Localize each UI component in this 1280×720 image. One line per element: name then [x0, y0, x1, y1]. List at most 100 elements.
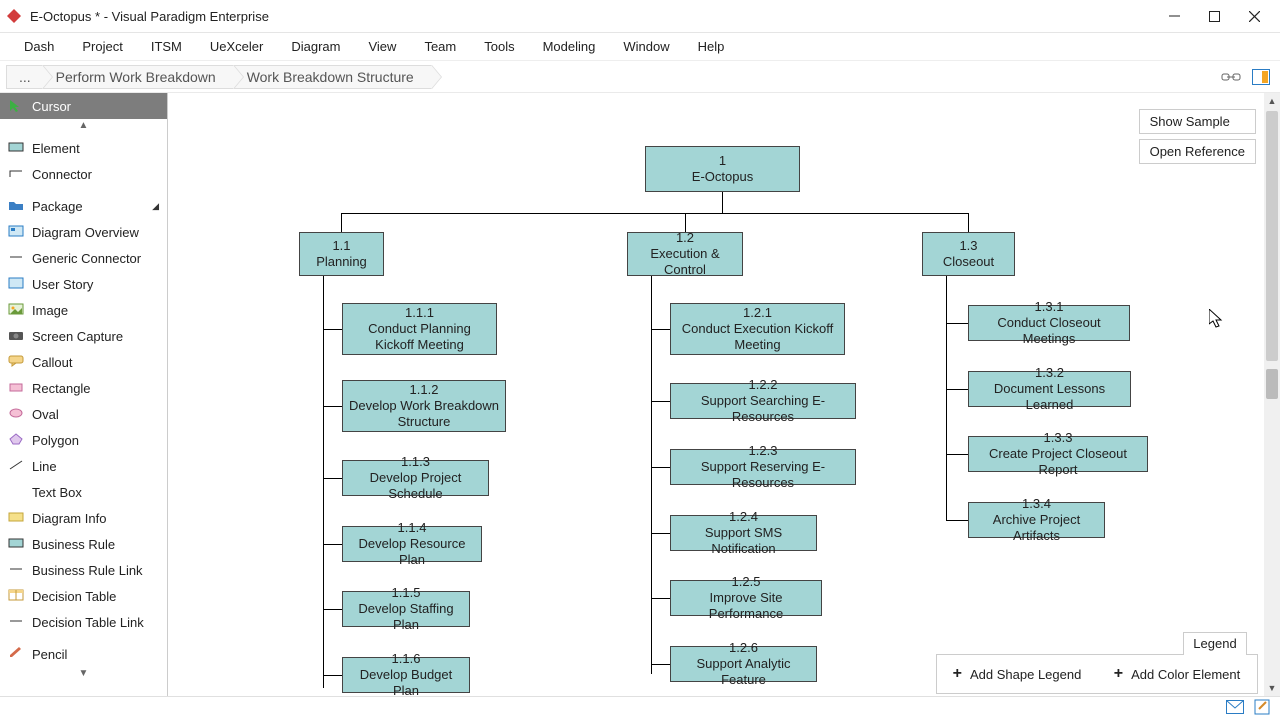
oval-icon: [8, 407, 24, 421]
palette-rectangle[interactable]: Rectangle: [0, 375, 167, 401]
palette-package[interactable]: Package◢: [0, 193, 167, 219]
table-icon: [8, 589, 24, 603]
scroll-up-icon[interactable]: ▲: [1264, 93, 1280, 109]
add-color-element-button[interactable]: +Add Color Element: [1097, 665, 1257, 683]
wbs-node-c12[interactable]: 1.1.2Develop Work Breakdown Structure: [342, 380, 506, 432]
connector: [323, 478, 342, 479]
vertical-scrollbar[interactable]: ▲ ▼: [1264, 93, 1280, 696]
palette-image[interactable]: Image: [0, 297, 167, 323]
wbs-node-c32[interactable]: 1.3.2Document Lessons Learned: [968, 371, 1131, 407]
palette-decision-table-link[interactable]: Decision Table Link: [0, 609, 167, 635]
palette-up-arrow-icon[interactable]: ▲: [0, 119, 167, 135]
connector: [651, 533, 670, 534]
palette-down-arrow-icon[interactable]: ▼: [0, 667, 167, 683]
menu-modeling[interactable]: Modeling: [529, 33, 610, 60]
palette-element[interactable]: Element: [0, 135, 167, 161]
menu-diagram[interactable]: Diagram: [277, 33, 354, 60]
wbs-node-c23[interactable]: 1.2.3Support Reserving E-Resources: [670, 449, 856, 485]
wbs-node-c25[interactable]: 1.2.5Improve Site Performance: [670, 580, 822, 616]
overview-icon: [8, 225, 24, 239]
breadcrumb-level2[interactable]: Work Breakdown Structure: [234, 65, 432, 89]
wbs-node-c14[interactable]: 1.1.4Develop Resource Plan: [342, 526, 482, 562]
window-title: E-Octopus * - Visual Paradigm Enterprise: [30, 9, 1154, 24]
diagram-canvas[interactable]: Show Sample Open Reference 1 E-Octopus 1…: [168, 93, 1280, 696]
toolbar-panel-icon[interactable]: [1248, 66, 1274, 88]
palette-connector[interactable]: Connector: [0, 161, 167, 187]
connector: [323, 406, 342, 407]
palette-text-box[interactable]: Text Box: [0, 479, 167, 505]
palette-user-story[interactable]: User Story: [0, 271, 167, 297]
wbs-node-c22[interactable]: 1.2.2Support Searching E-Resources: [670, 383, 856, 419]
wbs-node-c33[interactable]: 1.3.3Create Project Closeout Report: [968, 436, 1148, 472]
connector-icon: [8, 167, 24, 181]
menu-tools[interactable]: Tools: [470, 33, 528, 60]
wbs-node-c15[interactable]: 1.1.5Develop Staffing Plan: [342, 591, 470, 627]
breadcrumb: ... Perform Work Breakdown Work Breakdow…: [0, 61, 1280, 93]
toolbar-link-icon[interactable]: [1218, 66, 1244, 88]
wbs-node-planning[interactable]: 1.1 Planning: [299, 232, 384, 276]
connector: [968, 213, 969, 232]
breadcrumb-root[interactable]: ...: [6, 65, 43, 89]
connector: [946, 454, 968, 455]
wbs-node-c21[interactable]: 1.2.1Conduct Execution Kickoff Meeting: [670, 303, 845, 355]
scroll-thumb-secondary[interactable]: [1266, 369, 1278, 399]
line-icon: [8, 563, 24, 577]
wbs-node-closeout[interactable]: 1.3 Closeout: [922, 232, 1015, 276]
connector: [323, 329, 342, 330]
note-icon[interactable]: [1254, 699, 1270, 718]
connector: [341, 213, 342, 232]
palette-polygon[interactable]: Polygon: [0, 427, 167, 453]
scroll-down-icon[interactable]: ▼: [1264, 680, 1280, 696]
add-shape-legend-button[interactable]: +Add Shape Legend: [937, 665, 1097, 683]
connector: [946, 520, 968, 521]
breadcrumb-level1[interactable]: Perform Work Breakdown: [43, 65, 234, 89]
wbs-node-c26[interactable]: 1.2.6Support Analytic Feature: [670, 646, 817, 682]
open-reference-button[interactable]: Open Reference: [1139, 139, 1256, 164]
expand-icon: ◢: [152, 201, 159, 212]
mail-icon[interactable]: [1226, 700, 1244, 717]
wbs-node-c31[interactable]: 1.3.1Conduct Closeout Meetings: [968, 305, 1130, 341]
wbs-node-c24[interactable]: 1.2.4Support SMS Notification: [670, 515, 817, 551]
menu-itsm[interactable]: ITSM: [137, 33, 196, 60]
wbs-node-execution[interactable]: 1.2 Execution & Control: [627, 232, 743, 276]
connector: [651, 276, 652, 674]
palette-oval[interactable]: Oval: [0, 401, 167, 427]
wbs-node-c13[interactable]: 1.1.3Develop Project Schedule: [342, 460, 489, 496]
menu-dash[interactable]: Dash: [10, 33, 68, 60]
palette-line[interactable]: Line: [0, 453, 167, 479]
palette-diagram-overview[interactable]: Diagram Overview: [0, 219, 167, 245]
wbs-node-c16[interactable]: 1.1.6Develop Budget Plan: [342, 657, 470, 693]
palette-pencil[interactable]: Pencil: [0, 641, 167, 667]
wbs-node-c11[interactable]: 1.1.1Conduct Planning Kickoff Meeting: [342, 303, 497, 355]
menu-view[interactable]: View: [354, 33, 410, 60]
legend-tab[interactable]: Legend: [1183, 632, 1247, 655]
palette-business-rule-link[interactable]: Business Rule Link: [0, 557, 167, 583]
palette-diagram-info[interactable]: Diagram Info: [0, 505, 167, 531]
connector: [946, 276, 947, 521]
palette-cursor[interactable]: Cursor: [0, 93, 167, 119]
scroll-thumb[interactable]: [1266, 111, 1278, 361]
wbs-node-root[interactable]: 1 E-Octopus: [645, 146, 800, 192]
maximize-button[interactable]: [1194, 2, 1234, 30]
wbs-node-c34[interactable]: 1.3.4Archive Project Artifacts: [968, 502, 1105, 538]
line-icon: [8, 251, 24, 265]
info-icon: [8, 511, 24, 525]
palette-decision-table[interactable]: Decision Table: [0, 583, 167, 609]
menu-window[interactable]: Window: [609, 33, 683, 60]
element-icon: [8, 141, 24, 155]
menu-team[interactable]: Team: [410, 33, 470, 60]
rule-icon: [8, 537, 24, 551]
palette-business-rule[interactable]: Business Rule: [0, 531, 167, 557]
palette-label: Cursor: [32, 99, 71, 114]
menu-uexceler[interactable]: UeXceler: [196, 33, 277, 60]
callout-icon: [8, 355, 24, 369]
palette-callout[interactable]: Callout: [0, 349, 167, 375]
menu-project[interactable]: Project: [68, 33, 136, 60]
palette-screen-capture[interactable]: Screen Capture: [0, 323, 167, 349]
show-sample-button[interactable]: Show Sample: [1139, 109, 1256, 134]
menu-help[interactable]: Help: [684, 33, 739, 60]
connector: [946, 389, 968, 390]
close-button[interactable]: [1234, 2, 1274, 30]
minimize-button[interactable]: [1154, 2, 1194, 30]
palette-generic-connector[interactable]: Generic Connector: [0, 245, 167, 271]
